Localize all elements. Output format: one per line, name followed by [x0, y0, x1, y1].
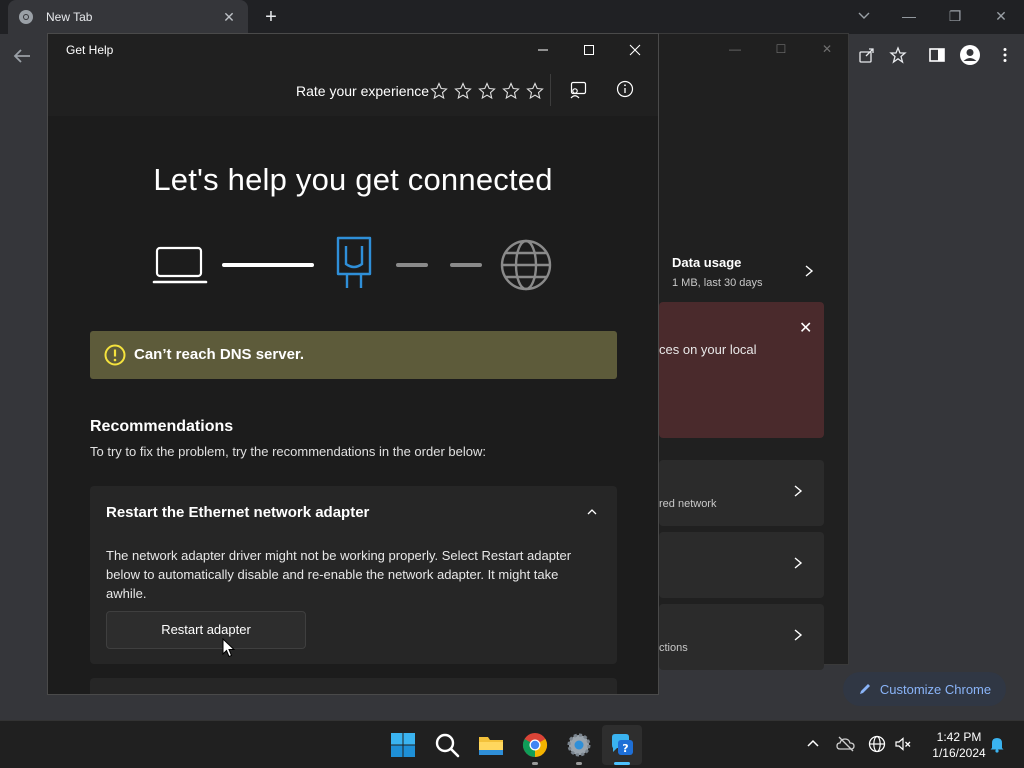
dns-error-banner: Can’t reach DNS server.	[90, 331, 617, 379]
settings-alert-card: ces on your local ✕	[659, 302, 824, 438]
chrome-icon[interactable]	[521, 731, 549, 759]
chevron-right-icon	[805, 265, 814, 277]
rating-star-icon[interactable]	[454, 82, 472, 100]
recommendation-title[interactable]: Restart the Ethernet network adapter	[106, 504, 369, 521]
globe-icon	[500, 239, 552, 291]
tab-title: New Tab	[46, 10, 93, 24]
clock-date: 1/16/2024	[932, 746, 986, 760]
page-title: Let's help you get connected	[153, 162, 553, 197]
get-help-icon[interactable]: ?	[608, 731, 636, 759]
mouse-cursor-icon	[222, 638, 236, 658]
running-indicator	[532, 762, 538, 765]
maximize-button[interactable]	[574, 40, 604, 60]
settings-maximize-button[interactable]: ☐	[771, 42, 791, 58]
data-usage-subtitle: 1 MB, last 30 days	[672, 277, 763, 289]
system-clock[interactable]: 1:42 PM 1/16/2024	[922, 729, 996, 761]
new-tab-button[interactable]: +	[260, 6, 282, 28]
chrome-restore-button[interactable]: ❐	[932, 4, 978, 28]
chrome-menu-icon[interactable]	[996, 46, 1014, 64]
recommendation-body: The network adapter driver might not be …	[106, 548, 572, 601]
volume-muted-icon[interactable]	[894, 735, 912, 753]
recommendations-subtitle: To try to fix the problem, try the recom…	[90, 444, 486, 459]
chrome-close-button[interactable]: ✕	[978, 4, 1024, 28]
network-globe-icon[interactable]	[868, 735, 886, 753]
rate-experience-label: Rate your experience	[296, 83, 430, 99]
restart-adapter-button[interactable]: Restart adapter	[106, 611, 306, 649]
recommendation-card: Restart the Ethernet network adapter The…	[90, 486, 617, 664]
settings-card[interactable]	[659, 532, 824, 598]
get-help-titlebar	[48, 34, 658, 66]
feedback-icon[interactable]	[568, 80, 588, 100]
rating-star-icon[interactable]	[502, 82, 520, 100]
warning-icon	[104, 344, 126, 366]
settings-minimize-button[interactable]: —	[725, 42, 745, 58]
rating-star-icon[interactable]	[526, 82, 544, 100]
back-arrow-icon[interactable]	[10, 44, 34, 68]
settings-card-subtitle: ctions	[659, 642, 688, 654]
alert-partial-text: ces on your local	[659, 342, 757, 357]
settings-gear-icon[interactable]	[565, 731, 593, 759]
chrome-favicon-icon	[19, 10, 33, 24]
active-indicator	[614, 762, 630, 765]
tab-close-icon[interactable]: ✕	[220, 9, 238, 26]
chevron-right-icon	[794, 629, 803, 641]
onedrive-offline-icon[interactable]	[836, 735, 856, 753]
settings-card[interactable]: ctions	[659, 604, 824, 670]
connection-diagram	[152, 236, 552, 291]
customize-chrome-button[interactable]: Customize Chrome	[843, 672, 1006, 706]
pencil-icon	[859, 684, 870, 694]
search-icon[interactable]	[433, 731, 461, 759]
minimize-button[interactable]	[528, 40, 558, 60]
settings-card-subtitle: red network	[659, 498, 717, 510]
windows-start-icon[interactable]	[389, 731, 417, 759]
chevron-right-icon	[794, 557, 803, 569]
customize-chrome-label: Customize Chrome	[879, 681, 992, 697]
chrome-minimize-button[interactable]: —	[886, 4, 932, 28]
tab-search-chevron-icon[interactable]	[855, 6, 873, 24]
taskbar: ? 1:42 PM 1/16/2024	[0, 720, 1024, 768]
info-icon[interactable]	[616, 80, 634, 98]
divider	[550, 74, 551, 106]
close-button[interactable]	[620, 40, 650, 60]
browser-tab[interactable]: New Tab ✕	[8, 0, 248, 34]
settings-close-button[interactable]: ✕	[817, 42, 837, 58]
settings-window: — ☐ ✕ Data usage 1 MB, last 30 days ces …	[650, 33, 849, 670]
dns-error-message: Can’t reach DNS server.	[134, 346, 305, 363]
rating-star-icon[interactable]	[478, 82, 496, 100]
rating-star-icon[interactable]	[430, 82, 448, 100]
data-usage-title: Data usage	[672, 255, 742, 270]
svg-text:?: ?	[622, 742, 628, 755]
clock-time: 1:42 PM	[936, 730, 982, 744]
chevron-up-icon[interactable]	[586, 506, 598, 518]
get-help-window: Get Help Rate your experience Let's help…	[47, 33, 659, 695]
side-panel-icon[interactable]	[928, 46, 946, 64]
profile-avatar-icon[interactable]	[959, 44, 981, 66]
tray-overflow-chevron-icon[interactable]	[805, 736, 821, 752]
laptop-icon	[152, 246, 208, 284]
recommendation-card[interactable]	[90, 678, 617, 694]
share-icon[interactable]	[858, 46, 876, 64]
running-indicator	[576, 762, 582, 765]
ethernet-adapter-icon	[336, 236, 372, 288]
window-title: Get Help	[66, 43, 114, 57]
alert-close-icon[interactable]: ✕	[799, 318, 812, 338]
recommendations-heading: Recommendations	[90, 418, 234, 435]
bookmark-star-icon[interactable]	[889, 46, 907, 64]
chevron-right-icon	[794, 485, 803, 497]
notification-bell-icon[interactable]	[988, 735, 1006, 753]
file-explorer-icon[interactable]	[477, 731, 505, 759]
data-usage-row[interactable]: Data usage 1 MB, last 30 days	[651, 249, 823, 299]
settings-card[interactable]: red network	[659, 460, 824, 526]
